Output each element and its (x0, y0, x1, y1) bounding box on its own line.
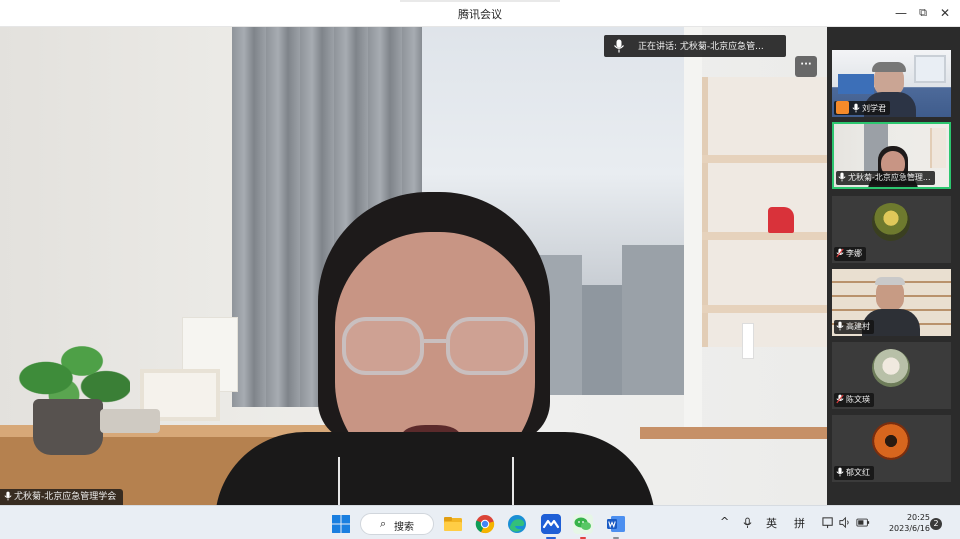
microphone-icon (4, 491, 12, 501)
maximize-button[interactable]: ⧉ (912, 3, 934, 23)
participant-tile[interactable]: 郁文红 (832, 415, 951, 482)
clock-time: 20:25 (906, 513, 930, 522)
participant-tile[interactable]: 陈文瑛 (832, 342, 951, 409)
participant-tile-active[interactable]: 尤秋菊-北京应急管理... (832, 122, 951, 189)
participant-tile[interactable]: 刘学君 (832, 50, 951, 117)
clock-date: 2023/6/16 (888, 524, 930, 533)
chrome-icon[interactable] (475, 514, 495, 534)
microphone-icon (836, 321, 844, 331)
participant-name: 李娜 (846, 249, 862, 258)
participant-name-tag: 陈文瑛 (834, 393, 874, 407)
title-accent-line (400, 0, 560, 2)
title-bar: 腾讯会议 — ⧉ ✕ (0, 0, 960, 27)
participant-name: 郁文红 (846, 468, 870, 477)
minimize-button[interactable]: — (890, 3, 912, 23)
participant-avatar (872, 203, 910, 241)
participant-tile[interactable]: 李娜 (832, 196, 951, 263)
app-window: 腾讯会议 — ⧉ ✕ 正在讲话: 尤秋菊-北京应急管... ··· 尤秋菊-北京… (0, 0, 960, 539)
participant-name-tag: 尤秋菊-北京应急管理... (836, 171, 935, 185)
microphone-icon (838, 172, 846, 182)
participant-name: 刘学君 (862, 104, 886, 113)
taskbar-search-button[interactable]: ⌕ 搜索 (360, 513, 434, 535)
microphone-icon (614, 39, 624, 53)
word-icon[interactable] (606, 514, 626, 534)
speaking-indicator: 正在讲话: 尤秋菊-北京应急管... (604, 35, 786, 57)
microphone-icon (836, 467, 844, 477)
window-title: 腾讯会议 (458, 8, 502, 21)
host-icon (836, 101, 849, 114)
speaker-body (215, 432, 655, 505)
participant-name-tag: 郁文红 (834, 466, 874, 480)
ime-language-indicator[interactable]: 英 (766, 515, 777, 531)
taskbar: ⌕ 搜索 ^ 英 拼 20:25 2023/6/16 2 (0, 505, 960, 539)
wechat-icon[interactable] (573, 514, 593, 534)
edge-icon[interactable] (507, 514, 527, 534)
speaking-text: 正在讲话: 尤秋菊-北京应急管... (638, 42, 764, 52)
participant-name: 尤秋菊-北京应急管理... (848, 173, 931, 182)
search-icon: ⌕ (380, 517, 387, 530)
windows-start-icon[interactable] (331, 514, 351, 534)
close-button[interactable]: ✕ (934, 3, 956, 23)
participant-name-tag: 李娜 (834, 247, 866, 261)
notification-badge[interactable]: 2 (930, 518, 942, 530)
microphone-muted-icon (836, 248, 844, 258)
microphone-icon[interactable] (743, 517, 752, 529)
taskbar-clock[interactable]: 20:25 2023/6/16 (878, 512, 930, 534)
more-options-button[interactable]: ··· (795, 56, 817, 77)
tencent-meeting-icon[interactable] (541, 514, 561, 534)
participant-tile[interactable]: 高建村 (832, 269, 951, 336)
speaker-volume-icon[interactable] (838, 516, 851, 529)
file-explorer-icon[interactable] (443, 514, 463, 534)
taskbar-search-label: 搜索 (394, 522, 414, 533)
tray-overflow-chevron[interactable]: ^ (720, 515, 729, 528)
participant-avatar (872, 349, 910, 387)
participant-name: 陈文瑛 (846, 395, 870, 404)
participant-name-tag: 高建村 (834, 320, 874, 334)
ime-mode-indicator[interactable]: 拼 (794, 515, 805, 531)
participant-avatar (872, 422, 910, 460)
participant-name-tag: 刘学君 (834, 101, 890, 115)
display-icon[interactable] (822, 516, 835, 529)
main-speaker-name: 尤秋菊-北京应急管理学会 (14, 492, 117, 502)
participant-name: 高建村 (846, 322, 870, 331)
main-video[interactable] (0, 27, 827, 505)
battery-icon[interactable] (856, 516, 870, 529)
main-speaker-name-tag: 尤秋菊-北京应急管理学会 (0, 489, 124, 505)
microphone-icon (852, 103, 860, 113)
microphone-muted-icon (836, 394, 844, 404)
